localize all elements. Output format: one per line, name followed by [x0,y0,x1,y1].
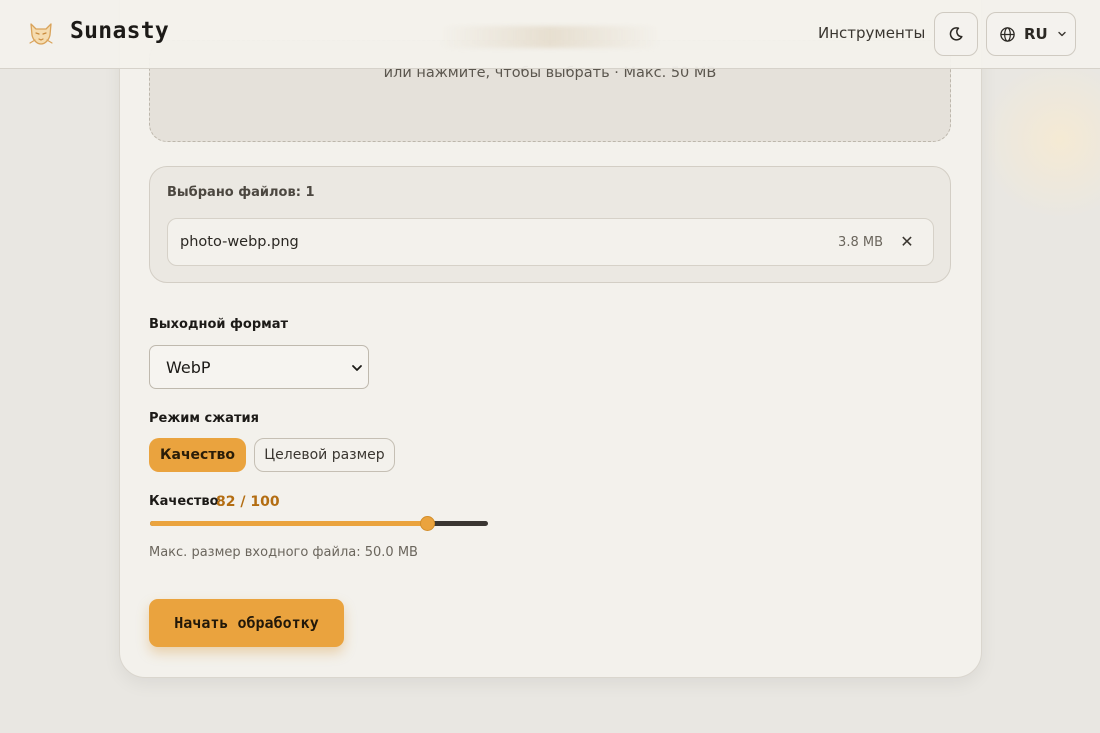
files-count: Выбрано файлов: 1 [167,185,315,200]
theme-toggle-button[interactable] [934,12,978,56]
background-glow [980,60,1100,220]
start-processing-button[interactable]: Начать обработку [149,599,344,647]
mode-quality-button[interactable]: Качество [149,438,246,472]
output-format-select[interactable]: WebP [149,345,369,389]
brand-name[interactable]: Sunasty [70,18,169,44]
fox-logo-icon[interactable] [26,18,56,48]
top-header: Sunasty Инструменты RU [0,0,1100,69]
quality-label: Качество [149,494,219,509]
max-input-size: Макс. размер входного файла: 50.0 MB [149,545,418,560]
selected-files-panel: Выбрано файлов: 1 photo-webp.png 3.8 MB … [149,166,951,283]
output-format-value: WebP [166,358,211,377]
mode-target-size-button[interactable]: Целевой размер [254,438,395,472]
file-name: photo-webp.png [180,234,299,250]
quality-slider-fill [150,521,428,526]
chevron-down-icon [352,365,362,371]
output-format-label: Выходной формат [149,317,289,332]
faded-heading [440,26,660,48]
chevron-down-icon [1058,31,1066,37]
language-selector[interactable]: RU [986,12,1076,56]
remove-file-icon[interactable]: ✕ [899,233,915,251]
file-item: photo-webp.png 3.8 MB ✕ [167,218,934,266]
nav-tools-link[interactable]: Инструменты [818,24,925,42]
globe-icon [1000,26,1015,42]
file-size: 3.8 MB [838,235,883,250]
quality-value: 82 / 100 [216,494,280,510]
compression-mode-label: Режим сжатия [149,411,259,426]
moon-icon [949,27,963,41]
quality-slider-track[interactable] [150,521,488,526]
language-label: RU [1024,25,1048,43]
